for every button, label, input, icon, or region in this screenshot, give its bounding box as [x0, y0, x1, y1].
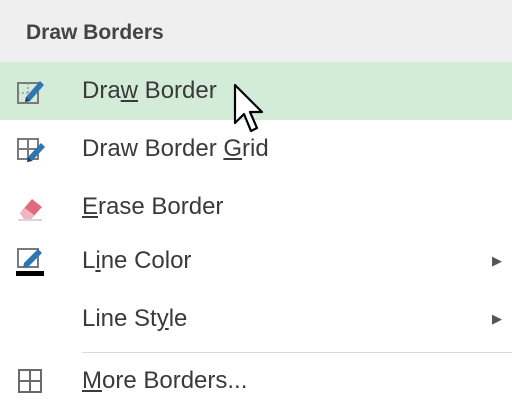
- menu-item-line-style[interactable]: Line Style ▶: [0, 290, 512, 348]
- menu-item-label: Erase Border: [82, 193, 224, 220]
- menu-item-label: Draw Border: [82, 77, 217, 104]
- menu-item-more-borders[interactable]: More Borders...: [0, 352, 512, 410]
- submenu-arrow-icon: ▶: [492, 311, 502, 326]
- mouse-cursor-icon: [233, 83, 264, 133]
- line-color-icon: [16, 248, 44, 276]
- section-title: Draw Borders: [26, 21, 164, 44]
- grid-icon: [18, 369, 42, 393]
- menu-item-erase-border[interactable]: Erase Border: [0, 178, 512, 236]
- draw-borders-menu: Draw Borders Draw Border Draw Border Gri…: [0, 0, 512, 394]
- menu-item-label: Line Color: [82, 247, 192, 274]
- menu-item-line-color[interactable]: Line Color ▶: [0, 232, 512, 290]
- menu-item-label: Draw Border Grid: [82, 135, 269, 162]
- menu-item-label: Line Style: [82, 305, 188, 332]
- submenu-arrow-icon: ▶: [492, 253, 502, 268]
- section-header: Draw Borders: [0, 0, 512, 66]
- draw-border-icon: [17, 81, 44, 104]
- menu-item-label: More Borders...: [82, 367, 248, 394]
- eraser-icon: [18, 199, 42, 221]
- draw-border-grid-icon: [17, 138, 45, 162]
